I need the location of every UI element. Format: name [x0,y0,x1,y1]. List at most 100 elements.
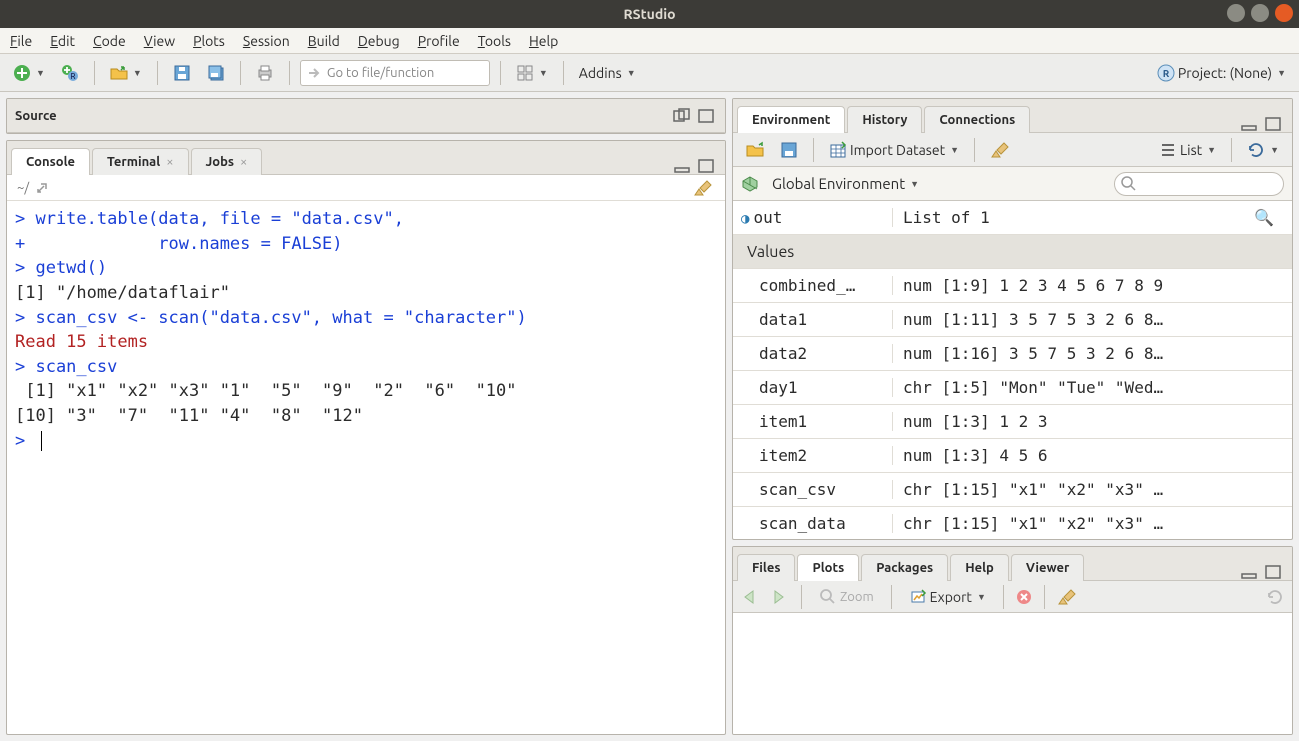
menu-profile[interactable]: Profile [418,33,460,49]
console-output[interactable]: > write.table(data, file = "data.csv",+ … [7,201,725,734]
tab-terminal[interactable]: Terminal × [92,148,189,175]
search-icon[interactable]: 🔍 [1254,208,1274,227]
dropdown-caret-icon: ▼ [950,145,959,155]
toolbar-separator [1044,585,1045,609]
menu-build[interactable]: Build [308,33,340,49]
toolbar-separator [94,61,95,85]
tab-history[interactable]: History [847,106,922,133]
close-icon[interactable]: × [166,155,173,169]
floppy-icon [173,64,191,82]
pane-minimize-icon[interactable] [1240,564,1260,580]
tab-connections[interactable]: Connections [924,106,1030,133]
export-icon [909,588,927,606]
env-var-name: combined_… [733,276,893,295]
dropdown-caret-icon: ▼ [977,592,986,602]
window-maximize-button[interactable] [1251,4,1269,22]
env-var-value: num [1:16] 3 5 7 5 3 2 6 8… [893,344,1292,363]
expand-icon[interactable]: ◑ [741,211,749,227]
env-var-name: item1 [733,412,893,431]
arrow-left-icon[interactable] [741,589,761,605]
env-row[interactable]: scan_datachr [1:15] "x1" "x2" "x3" … [733,507,1292,539]
load-workspace-button[interactable] [741,136,769,164]
env-row[interactable]: day1chr [1:5] "Mon" "Tue" "Wed… [733,371,1292,405]
pane-minimize-icon[interactable] [1240,116,1260,132]
clear-workspace-button[interactable] [985,136,1017,164]
env-row[interactable]: data2num [1:16] 3 5 7 5 3 2 6 8… [733,337,1292,371]
addins-button[interactable]: Addins ▼ [574,59,641,87]
menu-view[interactable]: View [144,33,175,49]
window-close-button[interactable] [1275,4,1293,22]
export-button[interactable]: Export ▼ [904,583,991,611]
toolbar-separator [1003,585,1004,609]
menu-session[interactable]: Session [243,33,290,49]
env-row[interactable]: data1num [1:11] 3 5 7 5 3 2 6 8… [733,303,1292,337]
tab-connections-label: Connections [939,113,1015,127]
menu-help[interactable]: Help [529,33,558,49]
tab-viewer[interactable]: Viewer [1011,554,1085,581]
pane-restore-icon[interactable] [673,108,693,124]
main-area: Source Console Terminal × Jobs × [0,92,1299,741]
env-section-label: Values [741,243,794,261]
save-all-button[interactable] [202,59,230,87]
menu-edit[interactable]: Edit [50,33,75,49]
open-file-button[interactable]: ▼ [105,59,147,87]
remove-plot-icon[interactable] [1016,589,1032,605]
close-icon[interactable]: × [240,155,247,169]
svg-text:R: R [1163,68,1170,79]
grid-icon [516,64,534,82]
tab-jobs[interactable]: Jobs × [191,148,263,175]
env-var-name: data2 [733,344,893,363]
refresh-icon[interactable] [1266,588,1284,606]
popout-icon[interactable] [35,181,49,195]
tab-files[interactable]: Files [737,554,795,581]
goto-file-function-input[interactable]: Go to file/function [300,60,490,86]
env-var-value: num [1:9] 1 2 3 4 5 6 7 8 9 [893,276,1292,295]
grid-button[interactable]: ▼ [511,59,553,87]
tab-viewer-label: Viewer [1026,561,1070,575]
tab-environment[interactable]: Environment [737,106,845,133]
zoom-button[interactable]: Zoom [814,583,879,611]
menu-plots[interactable]: Plots [193,33,225,49]
tab-packages[interactable]: Packages [861,554,948,581]
environment-search-input[interactable] [1114,172,1284,196]
console-tabbar: Console Terminal × Jobs × [7,141,725,175]
print-button[interactable] [251,59,279,87]
tab-console[interactable]: Console [11,148,90,175]
menu-debug[interactable]: Debug [358,33,400,49]
scope-selector[interactable]: Global Environment ▼ [767,170,924,198]
env-row[interactable]: item2num [1:3] 4 5 6 [733,439,1292,473]
tab-help[interactable]: Help [950,554,1009,581]
pane-minimize-icon[interactable] [673,158,693,174]
view-mode-button[interactable]: List ▼ [1154,136,1221,164]
window-minimize-button[interactable] [1227,4,1245,22]
arrow-right-icon[interactable] [769,589,789,605]
pane-maximize-icon[interactable] [1264,564,1284,580]
menu-file[interactable]: File [10,33,32,49]
pane-maximize-icon[interactable] [1264,116,1284,132]
pane-maximize-icon[interactable] [697,158,717,174]
env-row[interactable]: scan_csvchr [1:15] "x1" "x2" "x3" … [733,473,1292,507]
environment-tabbar: Environment History Connections [733,99,1292,133]
save-button[interactable] [168,59,196,87]
source-pane-header: Source [7,99,725,133]
new-file-button[interactable]: ▼ [8,59,50,87]
project-selector[interactable]: R Project: (None) ▼ [1152,59,1291,87]
menu-code[interactable]: Code [93,33,126,49]
import-dataset-button[interactable]: Import Dataset ▼ [824,136,964,164]
dropdown-caret-icon: ▼ [1277,68,1286,78]
refresh-button[interactable]: ▼ [1242,136,1284,164]
broom-icon[interactable] [693,179,715,197]
env-row-out[interactable]: ◑out List of 1🔍 [733,201,1292,235]
menu-tools[interactable]: Tools [478,33,511,49]
tab-help-label: Help [965,561,994,575]
broom-icon[interactable] [1057,588,1079,606]
svg-text:R: R [70,72,75,81]
save-workspace-button[interactable] [775,136,803,164]
plots-tabbar: Files Plots Packages Help Viewer [733,547,1292,581]
tab-plots[interactable]: Plots [797,554,859,581]
new-project-button[interactable]: R [56,59,84,87]
env-row[interactable]: combined_…num [1:9] 1 2 3 4 5 6 7 8 9 [733,269,1292,303]
tab-files-label: Files [752,561,780,575]
env-row[interactable]: item1num [1:3] 1 2 3 [733,405,1292,439]
pane-maximize-icon[interactable] [697,108,717,124]
